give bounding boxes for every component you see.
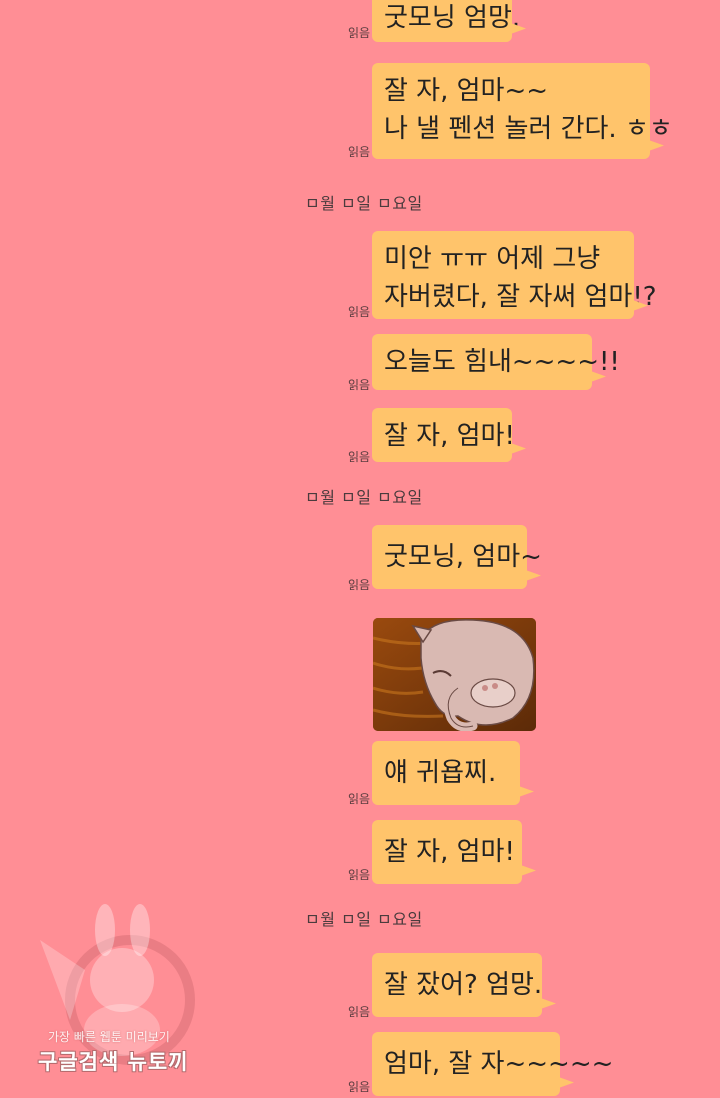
message-text: 잘 자, 엄마!	[384, 837, 515, 867]
message-bubble: 굿모닝 엄망.	[372, 0, 526, 42]
message-bubble: 잘 잤어? 엄망.	[372, 953, 556, 1017]
message-text: 굿모닝 엄망.	[384, 3, 521, 33]
read-receipt: 읽음	[348, 305, 371, 319]
message-bubble: 얘 귀욥찌.	[372, 741, 534, 805]
read-receipt: 읽음	[348, 1005, 371, 1019]
message-bubble: 잘 자, 엄마~~ 나 낼 펜션 놀러 간다. ㅎㅎ	[372, 63, 673, 159]
message-bubble: 엄마, 잘 자~~~~~	[372, 1032, 613, 1096]
message-text: 잘 자, 엄마~~	[384, 76, 549, 106]
read-receipt: 읽음	[348, 145, 371, 159]
read-receipt: 읽음	[348, 378, 371, 392]
message-text: 자버렸다, 잘 자써 엄마!?	[384, 282, 657, 312]
message-text: 엄마, 잘 자~~~~~	[384, 1049, 614, 1079]
message-text: 잘 자, 엄마!	[384, 421, 515, 451]
message-bubble: 굿모닝, 엄마~	[372, 525, 542, 589]
watermark-brand: 구글검색 뉴토끼	[38, 1050, 189, 1074]
message-bubble: 잘 자, 엄마!	[372, 408, 526, 462]
message-bubble: 잘 자, 엄마!	[372, 820, 536, 884]
message-text: 미안 ㅠㅠ 어제 그냥	[384, 244, 601, 274]
watermark-tagline: 가장 빠른 웹툰 미리보기	[48, 1030, 170, 1044]
read-receipt: 읽음	[348, 868, 371, 882]
read-receipt: 읽음	[348, 1080, 371, 1094]
read-receipt: 읽음	[348, 26, 371, 40]
message-bubble: 미안 ㅠㅠ 어제 그냥 자버렸다, 잘 자써 엄마!?	[372, 231, 657, 319]
message-bubble: 오늘도 힘내~~~~!!	[372, 334, 620, 390]
read-receipt: 읽음	[348, 792, 371, 806]
sleeping-cat-image[interactable]	[373, 618, 536, 731]
message-text: 잘 잤어? 엄망.	[384, 970, 543, 1000]
message-text: 굿모닝, 엄마~	[384, 542, 542, 572]
date-divider: ㅁ월 ㅁ일 ㅁ요일	[305, 488, 423, 507]
message-text: 나 낼 펜션 놀러 간다. ㅎㅎ	[384, 114, 673, 144]
message-text: 얘 귀욥찌.	[384, 758, 497, 788]
read-receipt: 읽음	[348, 578, 371, 592]
read-receipt: 읽음	[348, 450, 371, 464]
cat-illustration-icon	[373, 618, 536, 731]
message-text: 오늘도 힘내~~~~!!	[384, 347, 620, 377]
date-divider: ㅁ월 ㅁ일 ㅁ요일	[305, 194, 423, 213]
date-divider: ㅁ월 ㅁ일 ㅁ요일	[305, 910, 423, 929]
